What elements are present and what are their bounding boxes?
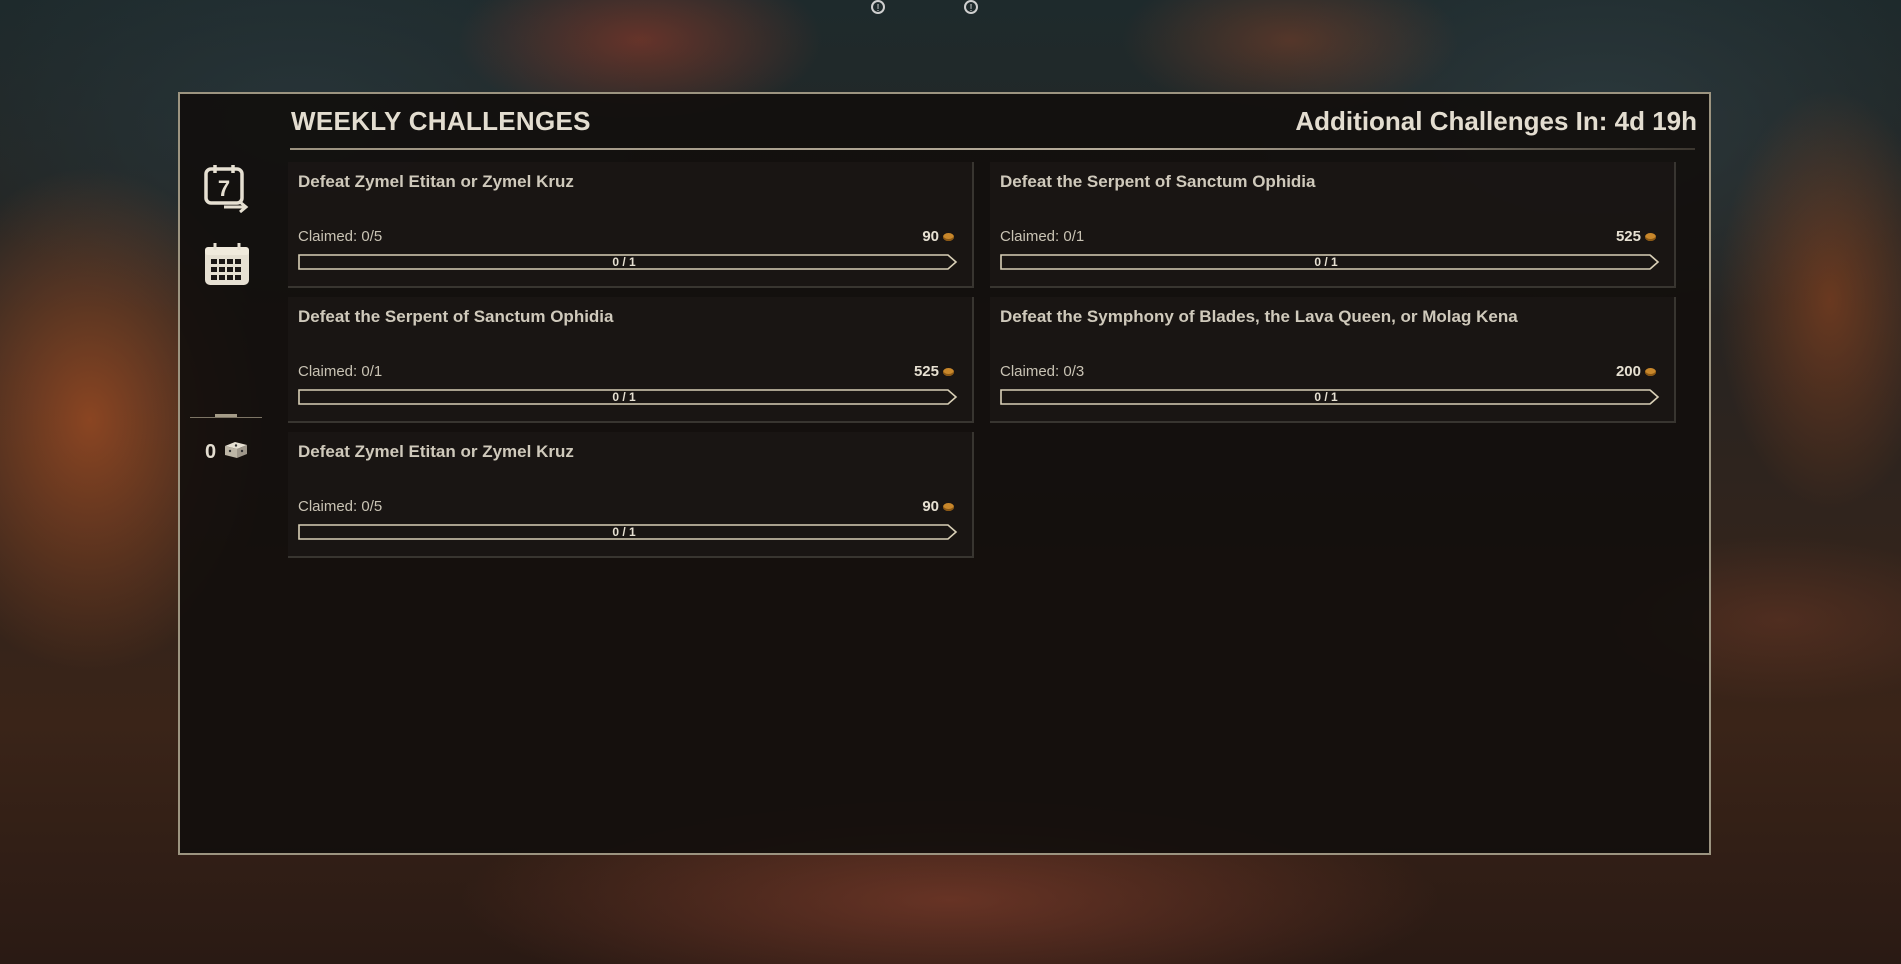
challenge-reward: 90 (922, 498, 954, 515)
calendar-grid-icon[interactable] (202, 242, 250, 290)
reward-value: 525 (913, 363, 939, 380)
seals-currency-icon (222, 438, 250, 466)
currency-value: 0 (205, 440, 217, 463)
game-background: ! ! WEEKLY CHALLENGES Additional Challen… (0, 0, 1901, 964)
progress-text: 0 / 1 (612, 255, 636, 269)
header-divider (290, 148, 1695, 150)
challenge-reward: 525 (1616, 228, 1656, 245)
challenge-card[interactable]: Defeat Zymel Etitan or Zymel Kruz Claime… (288, 432, 974, 558)
progress-text: 0 / 1 (1314, 255, 1338, 269)
progress-text: 0 / 1 (1314, 390, 1338, 404)
challenge-claimed: Claimed: 0/1 (298, 363, 383, 380)
challenge-title: Defeat the Symphony of Blades, the Lava … (1000, 307, 1518, 326)
progress-text: 0 / 1 (612, 390, 636, 404)
reward-value: 200 (1615, 363, 1641, 380)
reward-value: 525 (1615, 228, 1641, 245)
sidebar-divider-notch (215, 414, 237, 417)
challenge-progress-bar: 0 / 1 (298, 389, 958, 405)
weekly-challenges-panel: WEEKLY CHALLENGES Additional Challenges … (178, 92, 1711, 855)
currency-display: 0 (205, 438, 250, 466)
challenge-title: Defeat the Serpent of Sanctum Ophidia (1000, 172, 1316, 191)
gold-coin-icon (943, 502, 954, 511)
challenge-claimed: Claimed: 0/5 (298, 228, 383, 245)
challenge-progress-bar: 0 / 1 (1000, 389, 1660, 405)
additional-challenges-timer: Additional Challenges In: 4d 19h (1295, 106, 1697, 136)
hud-alert-icon: ! (871, 0, 885, 14)
challenge-progress-bar: 0 / 1 (298, 254, 958, 270)
challenge-claimed: Claimed: 0/5 (298, 498, 383, 515)
challenge-card[interactable]: Defeat Zymel Etitan or Zymel Kruz Claime… (288, 162, 974, 288)
challenge-claimed: Claimed: 0/1 (1000, 228, 1085, 245)
challenge-card[interactable]: Defeat the Serpent of Sanctum Ophidia Cl… (990, 162, 1676, 288)
weekly-calendar-icon[interactable]: 7 (202, 163, 250, 214)
reward-value: 90 (922, 498, 939, 515)
challenge-title: Defeat the Serpent of Sanctum Ophidia (298, 307, 614, 326)
gold-coin-icon (943, 367, 954, 376)
reward-value: 90 (922, 228, 939, 245)
gold-coin-icon (1645, 367, 1656, 376)
challenge-reward: 200 (1616, 363, 1656, 380)
gold-coin-icon (943, 232, 954, 241)
progress-text: 0 / 1 (612, 525, 636, 539)
challenge-reward: 90 (922, 228, 954, 245)
challenge-title: Defeat Zymel Etitan or Zymel Kruz (298, 172, 574, 191)
challenge-progress-bar: 0 / 1 (298, 524, 958, 540)
challenge-claimed: Claimed: 0/3 (1000, 363, 1085, 380)
challenge-title: Defeat Zymel Etitan or Zymel Kruz (298, 442, 574, 461)
challenge-card[interactable]: Defeat the Symphony of Blades, the Lava … (990, 297, 1676, 423)
hud-alert-icon: ! (964, 0, 978, 14)
challenge-card[interactable]: Defeat the Serpent of Sanctum Ophidia Cl… (288, 297, 974, 423)
weekly-calendar-number: 7 (218, 176, 230, 201)
challenge-reward: 525 (914, 363, 954, 380)
sidebar-divider (190, 417, 262, 418)
challenge-progress-bar: 0 / 1 (1000, 254, 1660, 270)
gold-coin-icon (1645, 232, 1656, 241)
page-title: WEEKLY CHALLENGES (291, 106, 591, 136)
